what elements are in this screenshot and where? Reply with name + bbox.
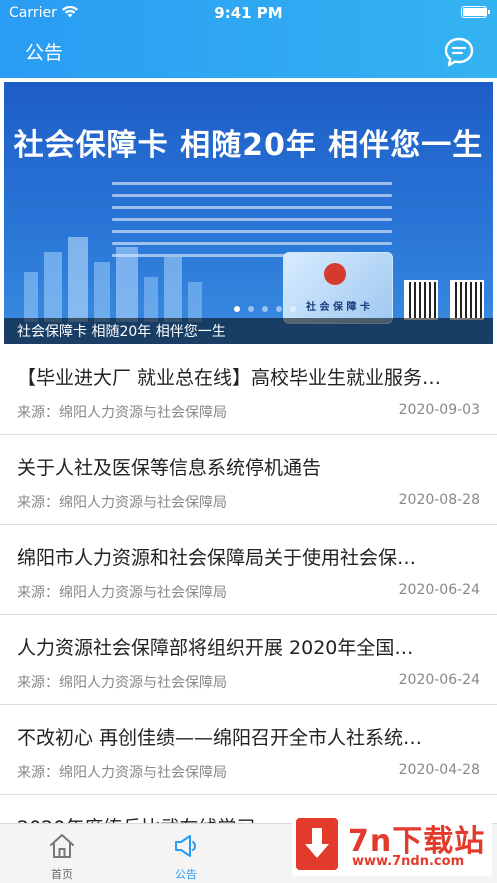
app-header: Carrier 9:41 PM 公告: [0, 0, 497, 78]
battery-icon: [461, 6, 490, 18]
news-list: 【毕业进大厂 就业总在线】高校毕业生就业服务… 来源：绵阳人力资源与社会保障局 …: [0, 345, 497, 795]
news-date: 2020-06-24: [398, 582, 480, 598]
news-date: 2020-08-28: [398, 492, 480, 508]
tab-home[interactable]: 首页: [2, 824, 122, 883]
news-title: 不改初心 再创佳绩——绵阳召开全市人社系统…: [17, 727, 423, 749]
news-date: 2020-09-03: [398, 402, 480, 418]
carousel-dot[interactable]: [262, 306, 268, 312]
banner-carousel[interactable]: 社会保障卡 相随20年 相伴您一生 社 会 保 障 卡 社会保障卡 相随20年 …: [4, 82, 493, 344]
news-title-partial[interactable]: 2020年度练兵比武在线学习: [17, 813, 255, 823]
status-bar: Carrier 9:41 PM: [0, 0, 497, 26]
news-date: 2020-04-28: [398, 762, 480, 778]
tab-notice[interactable]: 公告: [126, 824, 246, 883]
national-emblem-icon: [324, 263, 346, 285]
news-source: 来源：绵阳人力资源与社会保障局: [17, 405, 227, 421]
city-skyline-graphic: [24, 237, 202, 322]
news-title: 【毕业进大厂 就业总在线】高校毕业生就业服务…: [17, 367, 442, 389]
qr-code-icon: [450, 280, 484, 320]
chat-bubble-icon[interactable]: [443, 36, 475, 68]
megaphone-icon: [175, 835, 196, 857]
banner-caption-bar: 社会保障卡 相随20年 相伴您一生: [4, 318, 493, 344]
list-item[interactable]: 【毕业进大厂 就业总在线】高校毕业生就业服务… 来源：绵阳人力资源与社会保障局 …: [0, 345, 497, 435]
news-source: 来源：绵阳人力资源与社会保障局: [17, 765, 227, 781]
social-security-card-image: 社 会 保 障 卡: [283, 252, 393, 324]
clock: 9:41 PM: [214, 4, 283, 22]
list-item[interactable]: 绵阳市人力资源和社会保障局关于使用社会保… 来源：绵阳人力资源与社会保障局 20…: [0, 525, 497, 615]
tab-label: 首页: [51, 868, 73, 881]
qr-code-icon: [404, 280, 438, 320]
news-source: 来源：绵阳人力资源与社会保障局: [17, 495, 227, 511]
watermark: 7n下载站 www.7ndn.com: [292, 812, 492, 876]
list-item[interactable]: 人力资源社会保障部将组织开展 2020年全国… 来源：绵阳人力资源与社会保障局 …: [0, 615, 497, 705]
list-item[interactable]: 关于人社及医保等信息系统停机通告 来源：绵阳人力资源与社会保障局 2020-08…: [0, 435, 497, 525]
news-title: 人力资源社会保障部将组织开展 2020年全国…: [17, 637, 414, 659]
page-title: 公告: [25, 42, 64, 64]
banner-caption: 社会保障卡 相随20年 相伴您一生: [17, 324, 226, 340]
news-title: 关于人社及医保等信息系统停机通告: [17, 457, 322, 479]
news-source: 来源：绵阳人力资源与社会保障局: [17, 585, 227, 601]
card-label: 社 会 保 障 卡: [306, 302, 370, 313]
download-icon: [296, 818, 338, 870]
news-date: 2020-06-24: [398, 672, 480, 688]
carousel-dots[interactable]: [234, 306, 296, 312]
carousel-dot[interactable]: [276, 306, 282, 312]
list-item[interactable]: 不改初心 再创佳绩——绵阳召开全市人社系统… 来源：绵阳人力资源与社会保障局 2…: [0, 705, 497, 795]
news-source: 来源：绵阳人力资源与社会保障局: [17, 675, 227, 691]
watermark-url: www.7ndn.com: [352, 854, 465, 869]
news-title: 绵阳市人力资源和社会保障局关于使用社会保…: [17, 547, 417, 569]
tab-label: 公告: [175, 868, 197, 881]
banner-headline: 社会保障卡 相随20年 相伴您一生: [13, 128, 484, 163]
home-icon: [50, 834, 74, 858]
carousel-dot[interactable]: [290, 306, 296, 312]
carousel-dot[interactable]: [248, 306, 254, 312]
carousel-dot[interactable]: [234, 306, 240, 312]
battery-level: [463, 8, 487, 16]
